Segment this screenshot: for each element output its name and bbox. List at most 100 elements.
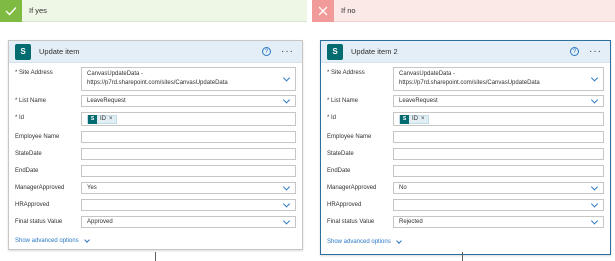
branch-if-no: If no S Update item 2 ? ··· * Site Addre…: [312, 0, 615, 261]
statedate-input[interactable]: [81, 148, 296, 160]
action-card-update-item-2[interactable]: S Update item 2 ? ··· * Site Address Can…: [320, 40, 611, 255]
field-label: StateDate: [327, 151, 354, 157]
branch-if-yes: If yes S Update item ? ··· * Site Addres…: [0, 0, 307, 261]
employee-name-field: Employee Name: [327, 131, 604, 143]
manager-approved-value: Yes: [87, 185, 97, 191]
chevron-down-icon[interactable]: [282, 96, 291, 104]
manager-approved-value: No: [399, 185, 407, 191]
field-label: * Id: [327, 115, 337, 121]
remove-token-icon[interactable]: ×: [421, 116, 425, 122]
chevron-down-icon[interactable]: [282, 74, 291, 82]
branch-title: If no: [341, 6, 356, 15]
help-icon[interactable]: ?: [262, 47, 271, 56]
employee-name-input[interactable]: [81, 131, 296, 143]
chevron-down-icon[interactable]: [590, 183, 599, 191]
enddate-input[interactable]: [81, 165, 296, 177]
enddate-field: EndDate: [15, 165, 296, 177]
field-label: ManagerApproved: [15, 185, 65, 191]
more-options-icon[interactable]: ···: [281, 46, 294, 57]
chevron-down-icon[interactable]: [590, 217, 599, 225]
chevron-down-icon[interactable]: [282, 217, 291, 225]
site-address-line2: https://p7rd.sharepoint.com/sites/Canvas…: [399, 80, 540, 86]
help-icon[interactable]: ?: [570, 47, 579, 56]
branch-header-yes[interactable]: If yes: [0, 0, 307, 22]
statedate-input[interactable]: [393, 148, 604, 160]
chevron-down-icon[interactable]: [590, 74, 599, 82]
branch-title: If yes: [29, 6, 47, 15]
final-status-dropdown[interactable]: Rejected: [393, 216, 604, 228]
final-status-field: Final status Value Rejected: [327, 216, 604, 228]
sharepoint-icon: S: [15, 43, 31, 60]
site-address-dropdown[interactable]: CanvasUpdateData - https://p7rd.sharepoi…: [393, 67, 604, 91]
sharepoint-icon: S: [88, 114, 97, 124]
id-token[interactable]: S ID ×: [87, 114, 117, 124]
flow-connector: [462, 252, 463, 261]
list-name-field: * List Name LeaveRequest: [15, 95, 296, 107]
site-address-field: * Site Address CanvasUpdateData - https:…: [15, 67, 296, 91]
field-label: ManagerApproved: [327, 185, 377, 191]
chevron-down-icon[interactable]: [590, 96, 599, 104]
action-card-update-item[interactable]: S Update item ? ··· * Site Address Canva…: [8, 40, 303, 250]
field-label: Final status Value: [15, 219, 63, 225]
site-address-line2: https://p7rd.sharepoint.com/sites/Canvas…: [87, 80, 228, 86]
hr-approved-dropdown[interactable]: [393, 199, 604, 211]
advanced-label: Show advanced options: [15, 238, 79, 244]
branch-header-no[interactable]: If no: [312, 0, 615, 22]
close-icon: [312, 0, 334, 22]
hr-approved-field: HRApproved: [327, 199, 604, 211]
field-label: * Site Address: [327, 70, 365, 76]
field-label: Employee Name: [15, 134, 60, 140]
id-input[interactable]: S ID ×: [81, 112, 296, 126]
manager-approved-field: ManagerApproved Yes: [15, 182, 296, 194]
id-field: * Id S ID ×: [15, 112, 296, 126]
manager-approved-dropdown[interactable]: No: [393, 182, 604, 194]
field-label: StateDate: [15, 151, 42, 157]
chevron-down-icon[interactable]: [282, 200, 291, 208]
enddate-input[interactable]: [393, 165, 604, 177]
flow-connector: [155, 252, 156, 261]
list-name-dropdown[interactable]: LeaveRequest: [81, 95, 296, 107]
field-label: Final status Value: [327, 219, 375, 225]
statedate-field: StateDate: [327, 148, 604, 160]
site-address-line1: CanvasUpdateData -: [87, 71, 144, 77]
remove-token-icon[interactable]: ×: [109, 116, 113, 122]
final-status-field: Final status Value Approved: [15, 216, 296, 228]
token-label: ID: [412, 116, 418, 122]
field-label: HRApproved: [327, 202, 362, 208]
site-address-field: * Site Address CanvasUpdateData - https:…: [327, 67, 604, 91]
chevron-down-icon: [395, 237, 402, 244]
show-advanced-options-link[interactable]: Show advanced options: [15, 236, 90, 244]
chevron-down-icon[interactable]: [282, 183, 291, 191]
show-advanced-options-link[interactable]: Show advanced options: [327, 237, 402, 245]
card-header[interactable]: S Update item ? ···: [9, 41, 302, 63]
more-options-icon[interactable]: ···: [589, 46, 602, 57]
list-name-dropdown[interactable]: LeaveRequest: [393, 95, 604, 107]
manager-approved-dropdown[interactable]: Yes: [81, 182, 296, 194]
field-label: * Id: [15, 115, 25, 121]
final-status-value: Rejected: [399, 219, 423, 225]
chevron-down-icon: [83, 236, 90, 243]
hr-approved-field: HRApproved: [15, 199, 296, 211]
list-name-value: LeaveRequest: [87, 98, 126, 104]
employee-name-input[interactable]: [393, 131, 604, 143]
field-label: * Site Address: [15, 70, 53, 76]
manager-approved-field: ManagerApproved No: [327, 182, 604, 194]
sharepoint-icon: S: [327, 43, 343, 60]
id-token[interactable]: S ID ×: [399, 114, 429, 124]
enddate-field: EndDate: [327, 165, 604, 177]
field-label: * List Name: [327, 98, 359, 104]
id-field: * Id S ID ×: [327, 112, 604, 126]
check-icon: [0, 0, 22, 22]
site-address-dropdown[interactable]: CanvasUpdateData - https://p7rd.sharepoi…: [81, 67, 296, 91]
id-input[interactable]: S ID ×: [393, 112, 604, 126]
sharepoint-icon: S: [400, 114, 409, 124]
list-name-field: * List Name LeaveRequest: [327, 95, 604, 107]
chevron-down-icon[interactable]: [590, 200, 599, 208]
site-address-line1: CanvasUpdateData -: [399, 71, 456, 77]
statedate-field: StateDate: [15, 148, 296, 160]
hr-approved-dropdown[interactable]: [81, 199, 296, 211]
card-header[interactable]: S Update item 2 ? ···: [321, 41, 610, 63]
final-status-dropdown[interactable]: Approved: [81, 216, 296, 228]
card-title: Update item: [39, 47, 80, 56]
advanced-label: Show advanced options: [327, 239, 391, 245]
